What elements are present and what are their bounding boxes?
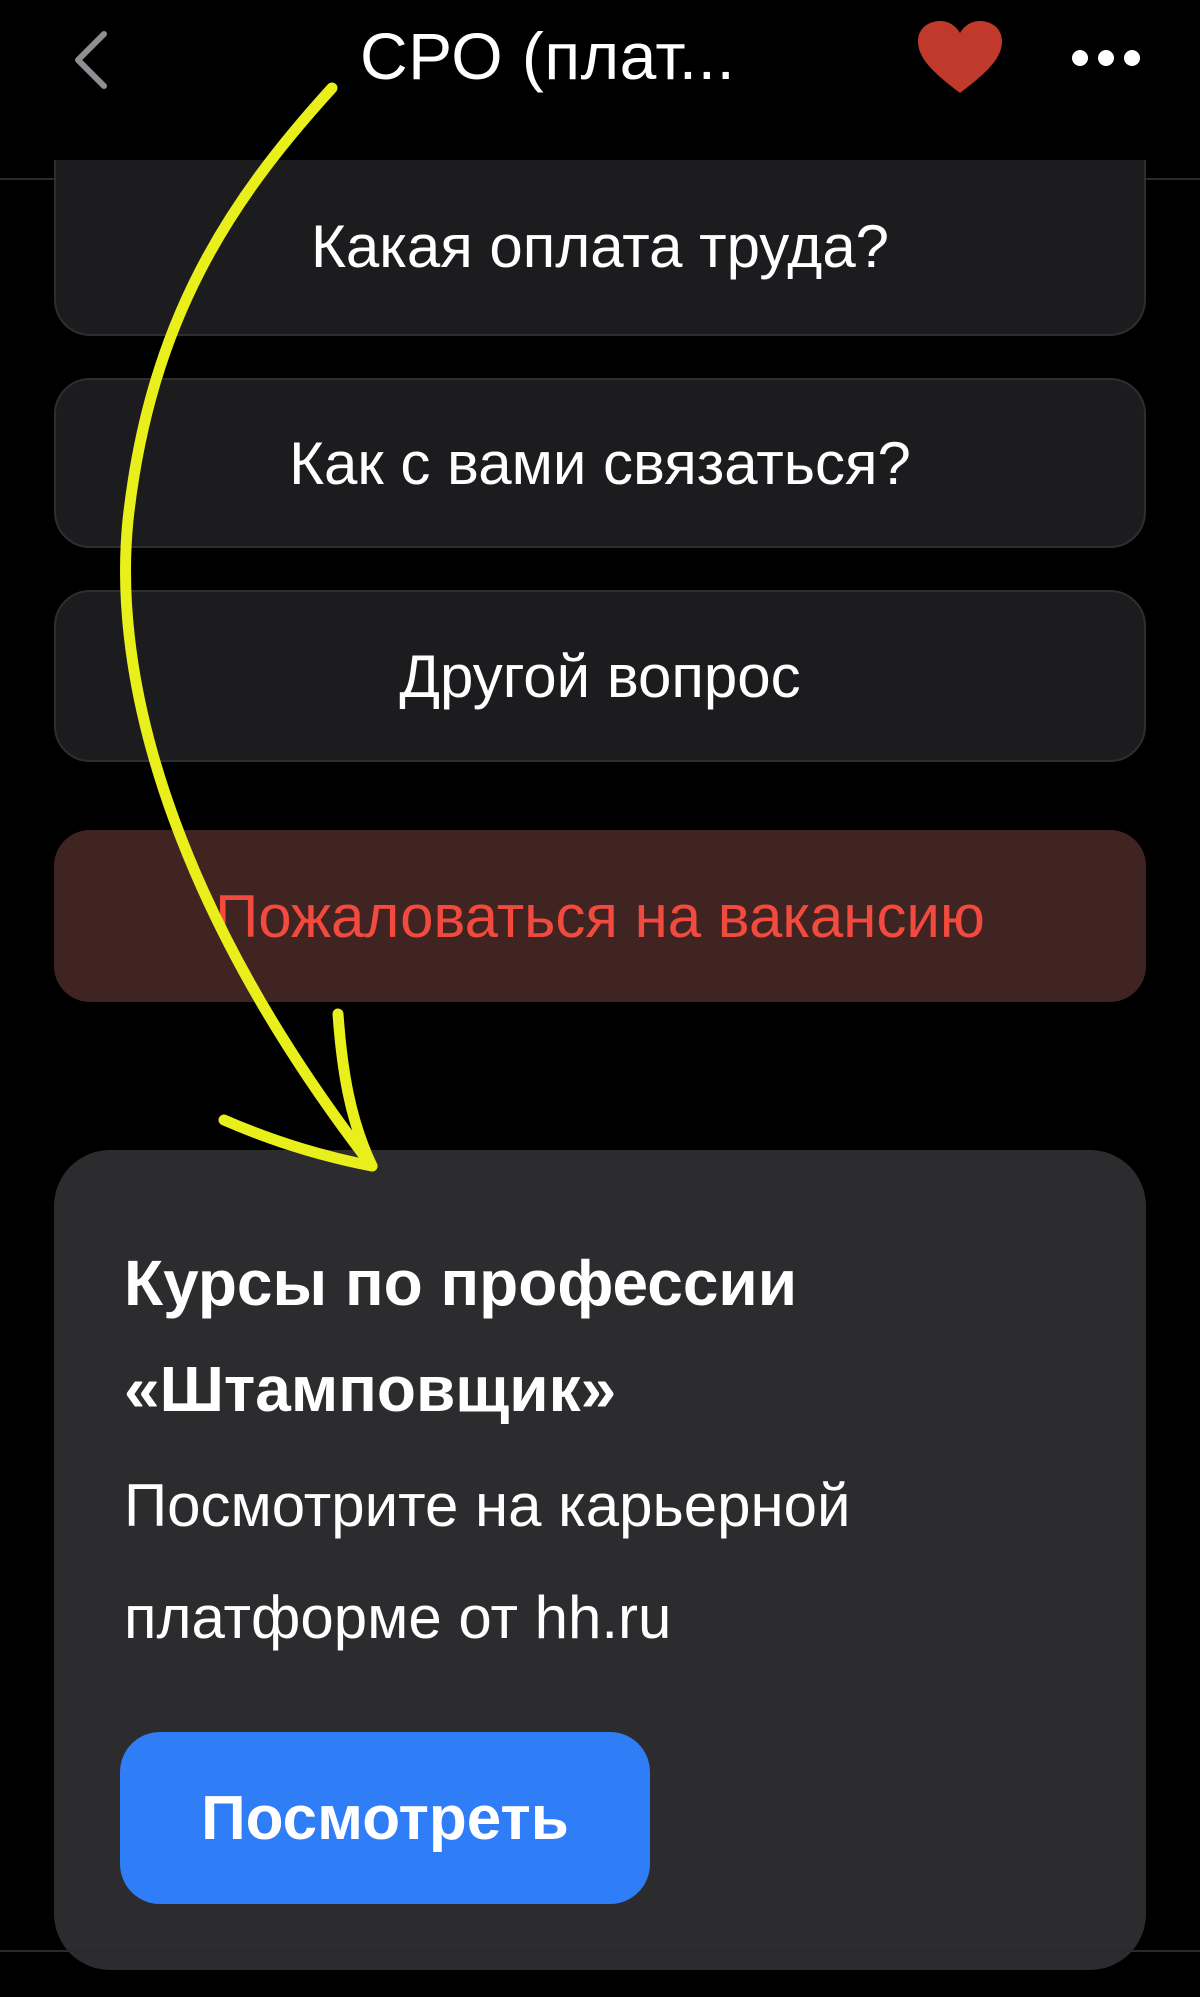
view-courses-label: Посмотреть	[201, 1783, 569, 1853]
question-label: Как с вами связаться?	[289, 429, 911, 497]
courses-promo-card: Курсы по профессии «Штамповщик» Посмотри…	[54, 1150, 1146, 1970]
report-vacancy-label: Пожаловаться на вакансию	[215, 882, 985, 950]
page-title: СРО (плат...	[360, 19, 736, 93]
question-salary-button[interactable]: Какая оплата труда?	[54, 160, 1146, 336]
more-horizontal-icon	[1072, 50, 1140, 66]
chevron-left-icon	[75, 31, 107, 89]
top-navigation-bar: СРО (плат...	[0, 0, 1200, 180]
question-contact-button[interactable]: Как с вами связаться?	[54, 378, 1146, 548]
question-other-button[interactable]: Другой вопрос	[54, 590, 1146, 762]
promo-title: Курсы по профессии «Штамповщик»	[124, 1247, 798, 1425]
heart-icon	[918, 21, 1002, 93]
promo-subtitle: Посмотрите на карьерной платформе от hh.…	[124, 1472, 851, 1651]
report-vacancy-button[interactable]: Пожаловаться на вакансию	[54, 830, 1146, 1002]
more-button[interactable]	[1066, 30, 1146, 86]
back-button[interactable]	[55, 20, 125, 100]
bottom-divider	[0, 1950, 1200, 1952]
favorite-button[interactable]	[912, 18, 1008, 98]
view-courses-button[interactable]: Посмотреть	[120, 1732, 650, 1904]
question-label: Другой вопрос	[399, 642, 801, 710]
question-label: Какая оплата труда?	[310, 213, 890, 280]
